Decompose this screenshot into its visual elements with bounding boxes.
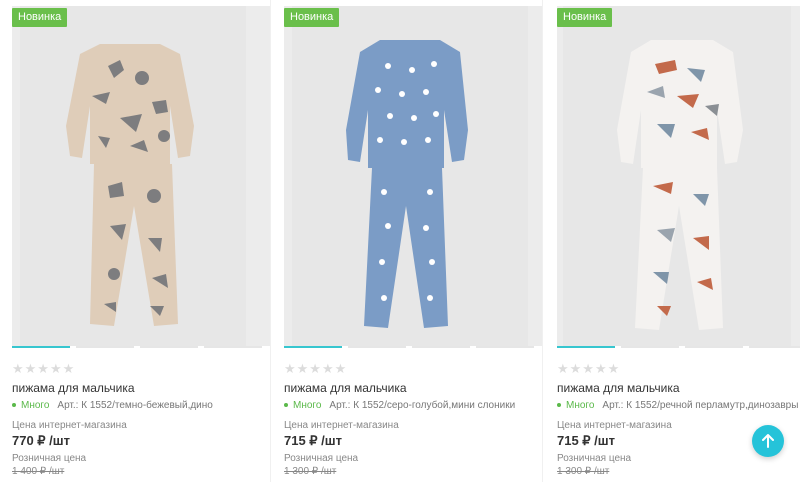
image-pagination[interactable] xyxy=(557,346,800,349)
product-name[interactable]: пижама для мальчика xyxy=(557,381,680,395)
stock-info: Много Арт.: К 1552/речной перламутр,диноз… xyxy=(557,400,798,411)
product-image[interactable]: Новинка xyxy=(12,6,270,346)
image-pagination[interactable] xyxy=(12,346,270,349)
pagination-segment[interactable] xyxy=(685,346,743,348)
article-number: Арт.: К 1552/серо-голубой,мини слоники xyxy=(329,400,516,411)
pagination-segment[interactable] xyxy=(76,346,134,348)
stock-info: Много Арт.: К 1552/темно-бежевый,дино xyxy=(12,400,213,411)
article-number: Арт.: К 1552/речной перламутр,динозавры xyxy=(602,400,799,411)
product-card[interactable]: Новинка ★★★★★ пижама для мальчика Много А… xyxy=(557,0,800,482)
stock-status: Много xyxy=(293,400,322,411)
product-name[interactable]: пижама для мальчика xyxy=(12,381,135,395)
old-price: 1 300 ₽ /шт xyxy=(557,466,610,477)
article-number: Арт.: К 1552/темно-бежевый,дино xyxy=(57,400,213,411)
product-card[interactable]: Новинка ★★★★★ пижама для мальчика Много А… xyxy=(284,0,542,482)
old-price: 1 300 ₽ /шт xyxy=(284,466,337,477)
pagination-segment[interactable] xyxy=(476,346,534,348)
pagination-segment[interactable] xyxy=(204,346,262,348)
pajama-illustration xyxy=(284,6,542,346)
product-name[interactable]: пижама для мальчика xyxy=(284,381,407,395)
card-divider xyxy=(270,0,271,482)
online-price-label: Цена интернет-магазина xyxy=(557,420,672,431)
product-image[interactable]: Новинка xyxy=(284,6,542,346)
stock-dot-icon xyxy=(12,403,16,408)
pajama-illustration xyxy=(12,6,270,346)
scroll-to-top-button[interactable] xyxy=(752,425,784,457)
new-badge: Новинка xyxy=(557,8,613,27)
price: 770 ₽ /шт xyxy=(12,433,70,448)
arrow-up-icon xyxy=(762,434,774,448)
pagination-segment[interactable] xyxy=(749,346,800,348)
new-badge: Новинка xyxy=(284,8,340,27)
retail-price-label: Розничная цена xyxy=(284,453,359,464)
price: 715 ₽ /шт xyxy=(557,433,615,448)
pajama-illustration xyxy=(557,6,800,346)
rating-stars[interactable]: ★★★★★ xyxy=(284,361,347,377)
product-image[interactable]: Новинка xyxy=(557,6,800,346)
product-card[interactable]: Новинка ★★★★★ пижама для мальчика Много А… xyxy=(12,0,270,482)
pagination-segment[interactable] xyxy=(621,346,679,348)
pagination-segment[interactable] xyxy=(557,346,615,348)
pagination-segment[interactable] xyxy=(284,346,342,348)
online-price-label: Цена интернет-магазина xyxy=(284,420,399,431)
retail-price-label: Розничная цена xyxy=(12,453,87,464)
pagination-segment[interactable] xyxy=(348,346,406,348)
price: 715 ₽ /шт xyxy=(284,433,342,448)
online-price-label: Цена интернет-магазина xyxy=(12,420,127,431)
old-price: 1 400 ₽ /шт xyxy=(12,466,65,477)
new-badge: Новинка xyxy=(12,8,68,27)
stock-dot-icon xyxy=(557,403,561,408)
card-divider xyxy=(542,0,543,482)
rating-stars[interactable]: ★★★★★ xyxy=(12,361,75,377)
pagination-segment[interactable] xyxy=(140,346,198,348)
rating-stars[interactable]: ★★★★★ xyxy=(557,361,620,377)
stock-status: Много xyxy=(21,400,50,411)
stock-status: Много xyxy=(566,400,595,411)
pagination-segment[interactable] xyxy=(12,346,70,348)
retail-price-label: Розничная цена xyxy=(557,453,632,464)
stock-dot-icon xyxy=(284,403,288,408)
image-pagination[interactable] xyxy=(284,346,542,349)
stock-info: Много Арт.: К 1552/серо-голубой,мини слон… xyxy=(284,400,515,411)
pagination-segment[interactable] xyxy=(412,346,470,348)
